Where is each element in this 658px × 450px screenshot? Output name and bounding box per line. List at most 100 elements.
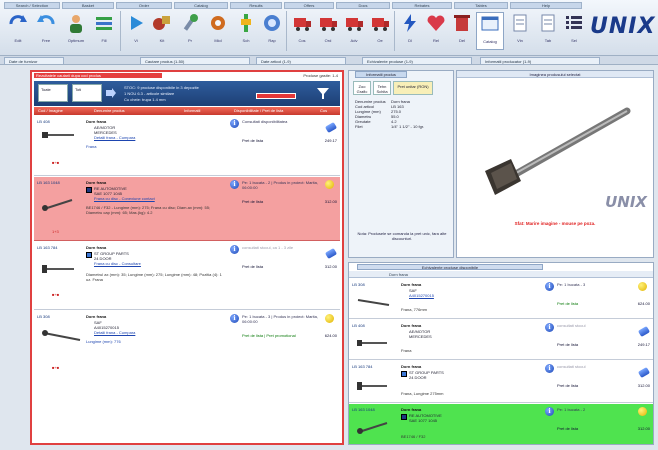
- product-details-link[interactable]: Detalii frana - Cumpara: [94, 330, 135, 335]
- pr-tool-button[interactable]: Pr: [176, 12, 204, 50]
- brake-pin-image: [42, 199, 73, 211]
- info-icon[interactable]: i: [230, 119, 239, 128]
- tool-label: Kit: [159, 38, 165, 43]
- tab-date-articol[interactable]: Date articol (1-9): [256, 57, 346, 64]
- add-to-cart-icon[interactable]: [324, 121, 338, 134]
- unit-price-button[interactable]: Pret unitar (RON): [393, 81, 433, 95]
- person-icon: [70, 15, 82, 33]
- ord-tool-button[interactable]: Ord: [314, 12, 342, 50]
- product-title[interactable]: Dorn frana: [401, 282, 421, 287]
- info-icon[interactable]: i: [545, 282, 554, 291]
- product-desc: Lungime (mm): 776: [86, 339, 121, 344]
- product-title[interactable]: Dorn frana: [401, 407, 421, 412]
- column-header[interactable]: Informatii: [184, 107, 200, 115]
- result-row-selected[interactable]: LB 163 1048 1+3 Dorn frana RE AUTOMOTIVE…: [34, 177, 340, 241]
- product-info-note: Nota: Produsele se comanda la pret unic,…: [357, 231, 447, 241]
- product-ref[interactable]: A4015270015: [409, 293, 434, 298]
- product-ref: 24 DOOR: [409, 375, 427, 380]
- info-icon[interactable]: i: [545, 364, 554, 373]
- cos-tool-button[interactable]: Cos: [288, 12, 316, 50]
- filter-select-primary[interactable]: Toate: [38, 84, 68, 102]
- tab-furnizor[interactable]: Date de furnizor: [4, 57, 64, 64]
- info-icon[interactable]: i: [230, 180, 239, 189]
- del-tool-button[interactable]: Del: [448, 12, 476, 50]
- free-tool-button[interactable]: Free: [32, 12, 60, 50]
- adv-tool-button[interactable]: Adv: [340, 12, 368, 50]
- column-header[interactable]: Disponibilitate / Pret de lista: [234, 107, 283, 115]
- info-icon[interactable]: i: [230, 314, 239, 323]
- rel-tool-button[interactable]: Rel: [422, 12, 450, 50]
- back-arrow-icon: [37, 15, 55, 25]
- dl-tool-button[interactable]: Dl: [396, 12, 424, 50]
- kit-tool-button[interactable]: Kit: [148, 12, 176, 50]
- info-icon[interactable]: i: [545, 407, 554, 416]
- tab-producator[interactable]: Informatii producator (1-9): [480, 57, 600, 64]
- sch-tool-button[interactable]: Sch: [232, 12, 260, 50]
- filter-similar-text: 1 NOU 6.3 - articole similare: [124, 91, 175, 96]
- vi-tool-button[interactable]: Vi: [122, 12, 150, 50]
- product-code[interactable]: LB 308: [37, 314, 50, 319]
- tool-label: Del: [458, 38, 465, 43]
- optimum-tool-button[interactable]: Optimum: [62, 12, 90, 50]
- product-details-link[interactable]: Frana cu disc - Conexiune contact: [94, 196, 155, 201]
- filter-select-secondary[interactable]: Toti: [72, 84, 102, 102]
- product-code[interactable]: LB 163 1048: [37, 180, 60, 185]
- product-title[interactable]: Dorn frana: [86, 180, 106, 185]
- fill-tool-button[interactable]: Fill: [90, 12, 118, 50]
- result-row[interactable]: LB 308 ■+■ Dorn frana SAF A4015270015 De…: [34, 311, 340, 383]
- product-title[interactable]: Dorn frana: [401, 364, 421, 369]
- funnel-filter-icon[interactable]: [316, 86, 330, 100]
- rap-tool-button[interactable]: Rap: [258, 12, 286, 50]
- sel-tool-button[interactable]: Sel: [560, 12, 588, 50]
- product-code[interactable]: LB 408: [37, 119, 50, 124]
- product-title[interactable]: Dorn frana: [86, 245, 106, 250]
- vin-tool-button[interactable]: Vin: [506, 12, 534, 50]
- product-details-link[interactable]: Detalii frana - Cumpara: [94, 135, 135, 140]
- availability-text: consultati stocul: [557, 323, 586, 328]
- add-to-cart-icon[interactable]: [637, 366, 651, 379]
- tab-echivalente[interactable]: Echivalente produse (1-9): [362, 57, 472, 64]
- arrow-right-icon[interactable]: [104, 87, 116, 99]
- add-to-cart-icon[interactable]: [637, 325, 651, 338]
- product-code[interactable]: LB 163 784: [37, 245, 57, 250]
- list-price-label: Pret de lista: [242, 264, 264, 269]
- equivalent-row[interactable]: LB 308 Dorn frana SAF A4015270015 Frana,…: [349, 279, 653, 319]
- product-title[interactable]: Dorn frana: [401, 323, 421, 328]
- add-to-cart-icon[interactable]: [324, 247, 338, 260]
- miol-tool-button[interactable]: Miol: [204, 12, 232, 50]
- product-desc: BE1746 / F32 - Lungime (mm): 275; Frana …: [86, 205, 211, 215]
- equivalent-row[interactable]: LB 408 Dorn frana AE/MOTOR MERCEDES Fran…: [349, 320, 653, 360]
- zoom-graphic-button[interactable]: Zoo Grafic: [353, 81, 371, 95]
- price-amount: 312.00: [324, 264, 337, 269]
- product-code[interactable]: LB 408: [352, 323, 365, 328]
- stock-marker: 1+3: [52, 229, 59, 234]
- brake-pin-image: [357, 382, 387, 390]
- info-icon[interactable]: i: [230, 245, 239, 254]
- tab-cautare[interactable]: Cautare produs (1-50): [140, 57, 250, 64]
- equivalent-row-highlighted[interactable]: LB 163 1048 Dorn frana RE AUTOMOTIVE SAE…: [349, 404, 653, 444]
- technical-sketch-button[interactable]: Tehn Schita: [373, 81, 391, 95]
- catalog-tool-button[interactable]: Catalog: [476, 12, 504, 50]
- column-header[interactable]: Cos: [320, 107, 327, 115]
- product-code[interactable]: LB 163 1048: [352, 407, 375, 412]
- tool-label: Adv: [350, 38, 358, 43]
- product-title[interactable]: Dorn frana: [86, 314, 106, 319]
- product-photo[interactable]: [477, 101, 637, 201]
- brand-logo: UNIX: [590, 14, 656, 39]
- red-truck-icon: [372, 18, 389, 31]
- product-details-link[interactable]: Frana cu disc - Consultare: [94, 261, 141, 266]
- tab-tool-button[interactable]: Tab: [534, 12, 562, 50]
- brake-pin-image: [357, 340, 387, 346]
- info-icon[interactable]: i: [545, 323, 554, 332]
- product-code[interactable]: LB 308: [352, 282, 365, 287]
- product-title[interactable]: Dorn frana: [86, 119, 106, 124]
- edit-tool-button[interactable]: Edit: [4, 12, 32, 50]
- result-row[interactable]: LB 163 784 ■+■ Dorn frana ST GROUP PARTS…: [34, 242, 340, 310]
- gear-icon: [211, 16, 225, 30]
- product-code[interactable]: LB 163 784: [352, 364, 372, 369]
- oe-tool-button[interactable]: Oe: [366, 12, 394, 50]
- equivalent-row[interactable]: LB 163 784 Dorn frana ST GROUP PARTS 24 …: [349, 361, 653, 403]
- result-row[interactable]: LB 408 ■+■ Dorn frana AE/MOTOR MERCEDES …: [34, 116, 340, 176]
- column-header[interactable]: Cod / Imagine: [38, 107, 63, 115]
- column-header[interactable]: Denumire produs: [94, 107, 125, 115]
